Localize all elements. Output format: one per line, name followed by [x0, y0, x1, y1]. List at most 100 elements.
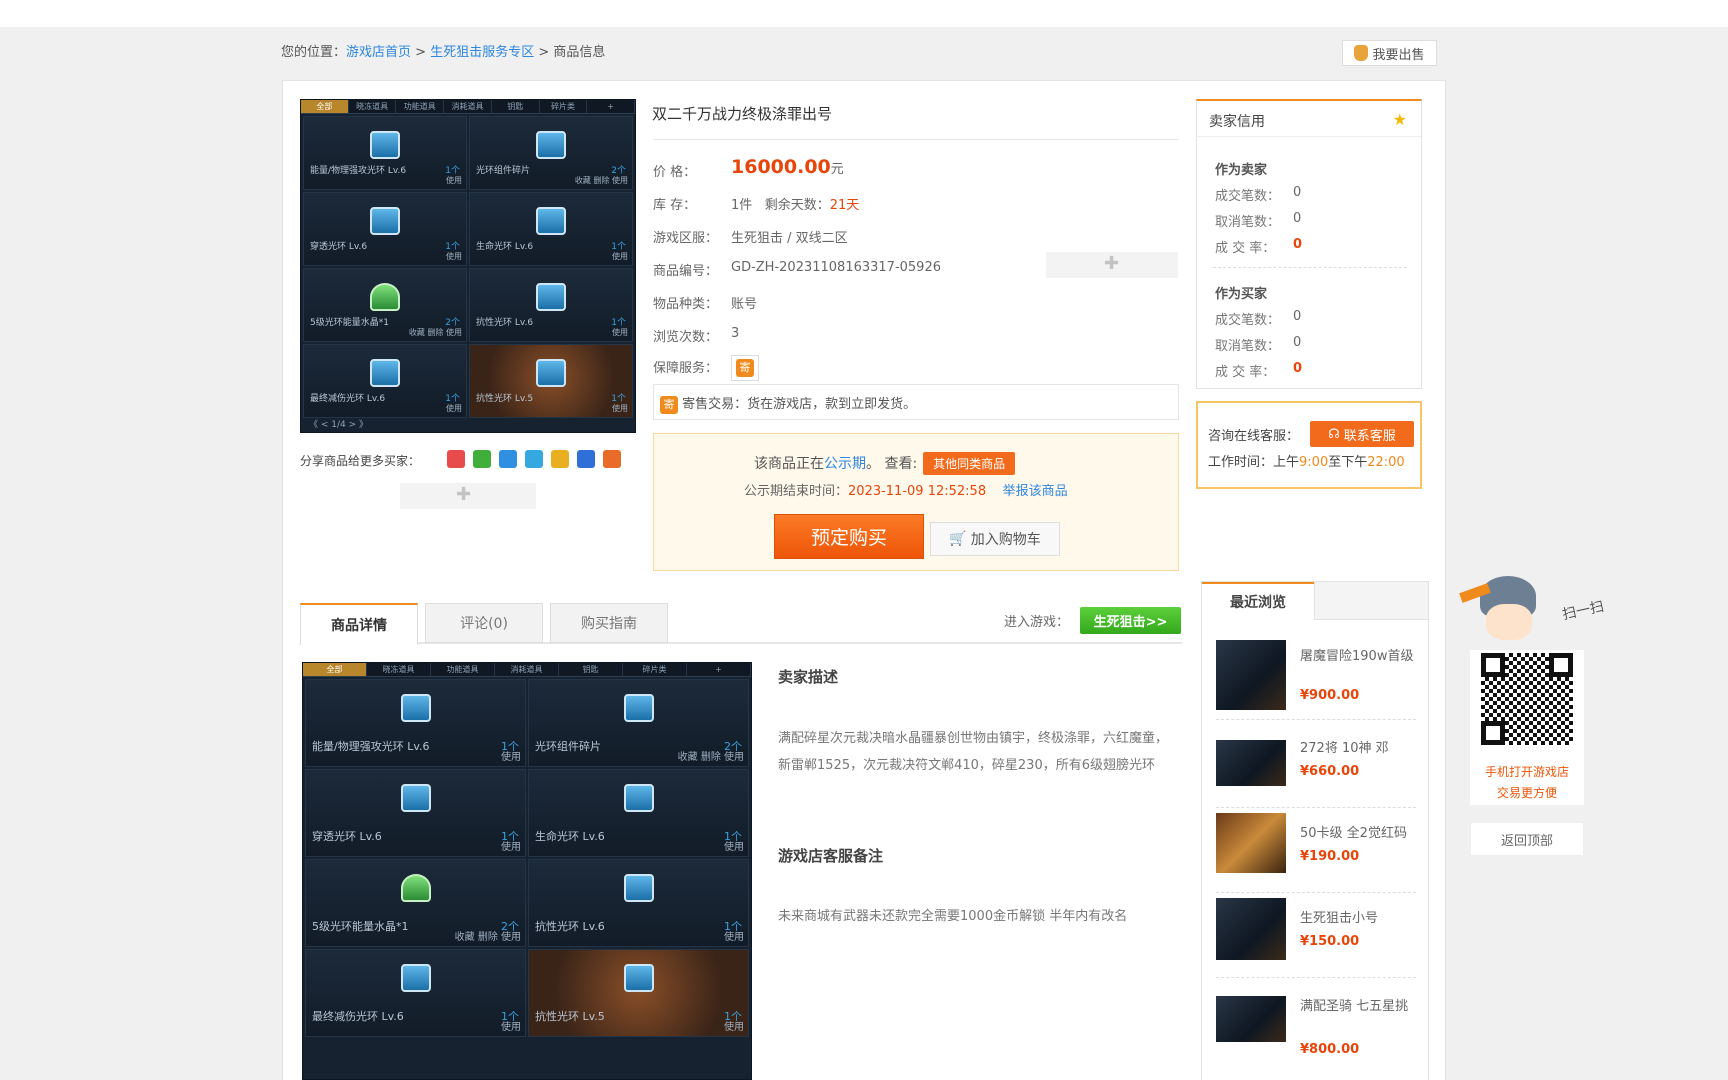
price-value: 16000.00 [731, 156, 831, 178]
enter-game-label: 进入游戏： [1004, 615, 1070, 630]
inventory-cell: 能量/物理强攻光环 Lv.6 1个 使用 [303, 116, 467, 190]
inventory-tabs: 全部 晓冻道具 功能道具 消耗道具 钥匙 碎片类 + [303, 663, 751, 677]
notice-mid: 。 查看: [866, 456, 918, 472]
divider [1213, 267, 1407, 268]
product-image[interactable]: 全部 晓冻道具 功能道具 消耗道具 钥匙 碎片类 + 能量/物理强攻光环 Lv.6 1个 使用 光环… [300, 99, 636, 433]
item-icon [370, 207, 400, 235]
share-qzone-icon[interactable] [499, 450, 517, 468]
inventory-cell: 5级光环能量水晶*1 2个 收藏 删除 使用 [303, 268, 467, 342]
inventory-cell: 最终减伤光环 Lv.6 1个 使用 [303, 344, 467, 418]
seller-cancel: 取消笔数： 0 [1215, 211, 1301, 230]
cancel-label: 取消笔数： [1215, 339, 1281, 354]
item-name: 5级光环能量水晶*1 [310, 318, 389, 328]
rate-label: 成 交 率： [1215, 365, 1276, 380]
inventory-cell: 抗性光环 Lv.6 1个 使用 [528, 859, 749, 947]
service-label: 保障服务： [653, 361, 719, 376]
item-name: 最终减伤光环 Lv.6 [312, 1010, 404, 1023]
item-icon [623, 694, 654, 722]
public-notice: 该商品正在公示期。 查看: 其他同类商品 公示期结束时间：2023-11-09 1… [653, 433, 1179, 571]
seller-desc-title: 卖家描述 [778, 668, 839, 686]
item-icon [536, 359, 566, 387]
recent-item-name: 272将 10神 邓 [1300, 741, 1389, 756]
money-bag-icon [1354, 45, 1369, 61]
item-name: 光环组件碎片 [535, 740, 601, 753]
inventory-pager: 《 < 1/4 > 》 [309, 420, 369, 430]
add-to-cart-button[interactable]: 🛒 加入购物车 [930, 522, 1060, 556]
id-value: GD-ZH-20231108163317-05926 [731, 260, 941, 275]
recent-item-name: 屠魔冒险190w首级 [1300, 649, 1414, 664]
inventory-cell: 生命光环 Lv.6 1个 使用 [469, 192, 633, 266]
recent-views-panel: 最近浏览 屠魔冒险190w首级 ¥900.00 272将 10神 邓 ¥660.00… [1201, 581, 1429, 1080]
headset-icon: ☊ [1328, 426, 1340, 442]
inventory-cell: 5级光环能量水晶*1 2个 收藏 删除 使用 [305, 859, 526, 947]
item-name: 抗性光环 Lv.5 [535, 1010, 605, 1023]
breadcrumb-prefix: 您的位置： [281, 45, 347, 60]
sell-button[interactable]: 我要出售 [1342, 40, 1437, 66]
item-name: 生命光环 Lv.6 [476, 242, 534, 252]
recent-item[interactable]: 屠魔冒险190w首级 ¥900.00 [1216, 640, 1416, 720]
qr-panel: 手机打开游戏店 交易更方便 [1470, 650, 1584, 805]
recent-thumb [1216, 898, 1286, 960]
recent-item[interactable]: 满配圣骑 七五星挑 ¥800.00 [1216, 984, 1416, 1064]
share-kaixin-icon[interactable] [603, 450, 621, 468]
similar-items-button[interactable]: 其他同类商品 [923, 452, 1016, 475]
inventory-tab: 晓冻道具 [367, 663, 431, 676]
inventory-tab: 消耗道具 [495, 663, 559, 676]
back-to-top-button[interactable]: 返回顶部 [1470, 822, 1584, 856]
enter-game-button[interactable]: 生死狙击>> [1080, 607, 1181, 634]
reserve-buy-button[interactable]: 预定购买 [774, 514, 924, 559]
notice-end-time: 2023-11-09 12:52:58 [848, 484, 987, 499]
qr-code [1478, 650, 1576, 748]
product-title: 双二千万战力终极涤罪出号 [652, 105, 833, 123]
top-bar [0, 0, 1728, 27]
as-seller-heading: 作为卖家 [1215, 163, 1268, 178]
hours-start: 9:00 [1299, 455, 1329, 470]
share-tieba-icon[interactable] [551, 450, 569, 468]
share-renren-icon[interactable] [577, 450, 595, 468]
inventory-cell: 抗性光环 Lv.6 1个 使用 [469, 268, 633, 342]
report-link[interactable]: 举报该商品 [1003, 484, 1068, 499]
breadcrumb-home-link[interactable]: 游戏店首页 [346, 45, 411, 60]
recent-item[interactable]: 272将 10神 邓 ¥660.00 [1216, 728, 1416, 808]
tab-comments[interactable]: 评论(0) [425, 603, 543, 643]
item-actions: 收藏 删除 使用 [454, 932, 521, 943]
recent-tabbar [1314, 582, 1428, 620]
item-actions: 使用 [446, 176, 462, 185]
item-icon [536, 283, 566, 311]
contact-service-button[interactable]: ☊ 联系客服 [1310, 421, 1414, 447]
tab-guide[interactable]: 购买指南 [550, 603, 668, 643]
notice-period-link[interactable]: 公示期 [824, 456, 866, 472]
share-clover-icon[interactable] [473, 450, 491, 468]
qr-line2: 交易更方便 [1496, 786, 1557, 800]
recent-item[interactable]: 50卡级 全2觉红码 ¥190.00 [1216, 813, 1416, 893]
inventory-cell: 生命光环 Lv.6 1个 使用 [528, 769, 749, 857]
consign-text: 寄售交易：货在游戏店，款到立即发货。 [682, 397, 917, 412]
tab-details[interactable]: 商品详情 [300, 603, 418, 645]
recent-item-price: ¥800.00 [1300, 1042, 1360, 1057]
server-value: 生死狙击 / 双线二区 [731, 231, 848, 246]
rate-value: 0 [1293, 237, 1303, 252]
inventory-tab: 功能道具 [431, 663, 495, 676]
recent-thumb [1216, 740, 1286, 786]
item-name: 穿透光环 Lv.6 [312, 830, 382, 843]
inventory-tab: + [587, 100, 635, 113]
breadcrumb-current: 商品信息 [553, 45, 606, 60]
inventory-cell: 光环组件碎片 2个 收藏 删除 使用 [528, 679, 749, 767]
item-actions: 收藏 删除 使用 [408, 328, 462, 337]
share-weibo-icon[interactable] [447, 450, 465, 468]
breadcrumb-zone-link[interactable]: 生死狙击服务专区 [430, 45, 534, 60]
cs-hours: 工作时间：上午9:00至下午22:00 [1208, 451, 1405, 470]
recent-title: 最近浏览 [1202, 582, 1314, 620]
recent-item-name: 50卡级 全2觉红码 [1300, 826, 1407, 841]
item-name: 能量/物理强攻光环 Lv.6 [312, 740, 430, 753]
price-label: 价 格： [653, 165, 697, 180]
breadcrumb-sep: > [534, 45, 554, 60]
recent-thumb [1216, 813, 1286, 873]
share-qq-icon[interactable] [525, 450, 543, 468]
recent-item[interactable]: 生死狙击小号 ¥150.00 [1216, 898, 1416, 978]
id-row: 商品编号： GD-ZH-20231108163317-05926 [653, 260, 941, 279]
item-actions: 使用 [724, 842, 744, 853]
item-actions: 使用 [724, 1022, 744, 1033]
cancel-value: 0 [1293, 335, 1302, 350]
item-actions: 使用 [724, 932, 744, 943]
